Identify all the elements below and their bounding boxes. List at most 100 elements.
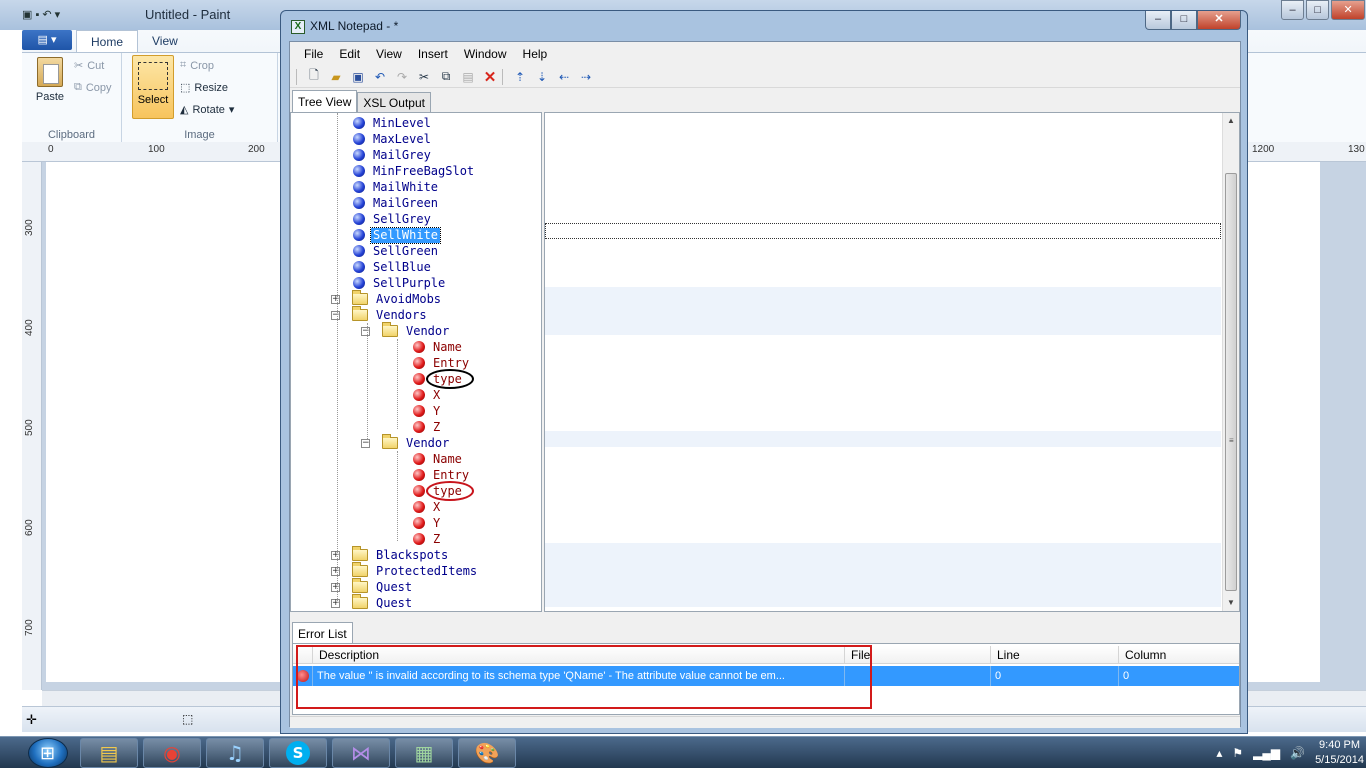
minimize-button[interactable]: – (1145, 11, 1171, 30)
show-hidden-icons-icon[interactable]: ▴ (1216, 746, 1222, 760)
scroll-up-icon[interactable]: ▲ (1223, 113, 1239, 129)
node-value-panel[interactable]: ▲ ≡ ▼ (544, 112, 1240, 612)
redo-icon[interactable]: ↷ (392, 68, 412, 86)
tree-node[interactable]: SellGreen (353, 243, 440, 259)
menu-edit[interactable]: Edit (331, 42, 368, 66)
tree-node[interactable]: Y (413, 403, 442, 419)
tree-node[interactable]: MinLevel (353, 115, 433, 131)
tree-node[interactable]: Name (413, 451, 464, 467)
tab-error-list[interactable]: Error List (292, 622, 353, 644)
tree-node[interactable]: SellBlue (353, 259, 433, 275)
tree-node[interactable]: − Vendors (331, 306, 429, 323)
scroll-down-icon[interactable]: ▼ (1223, 595, 1239, 611)
collapse-icon[interactable]: − (361, 438, 370, 448)
tree-node[interactable]: + Quest (331, 594, 414, 611)
chrome-icon[interactable]: ◉ (143, 738, 201, 768)
collapse-icon[interactable]: − (331, 310, 340, 320)
copy-icon[interactable]: ⧉ (436, 68, 456, 86)
paste-icon[interactable]: ▤ (458, 68, 478, 86)
tree-node[interactable]: + ProtectedItems (331, 562, 479, 579)
tree-node[interactable]: + Blackspots (331, 546, 450, 563)
scroll-thumb[interactable]: ≡ (1225, 173, 1237, 591)
save-icon[interactable]: ▣ (348, 68, 368, 86)
tree-node[interactable]: Y (413, 515, 442, 531)
tree-node[interactable]: X (413, 387, 442, 403)
system-tray: ▴ ⚑ ▂▄▆ 🔊 9:40 PM 5/15/2014 (1216, 737, 1366, 768)
undo-icon[interactable]: ↶ (370, 68, 390, 86)
tree-vertical-scrollbar[interactable]: ▲ ≡ ▼ (1222, 113, 1239, 611)
collapse-icon[interactable]: − (361, 326, 370, 336)
tree-node[interactable]: MailWhite (353, 179, 440, 195)
ribbon-tab-view[interactable]: View (138, 30, 192, 52)
tree-view-panel[interactable]: MinLevel MaxLevel MailGrey MinFreeBagSlot Ma… (290, 112, 542, 612)
start-button[interactable] (28, 738, 68, 768)
resize-button[interactable]: ⬚ Resize (180, 81, 228, 95)
network-icon[interactable]: ▂▄▆ (1253, 746, 1280, 760)
nudge-right-icon[interactable]: ⇢ (576, 68, 596, 86)
new-icon[interactable]: 🗋 (304, 68, 324, 86)
expand-icon[interactable]: + (331, 294, 340, 304)
tree-node[interactable]: X (413, 499, 442, 515)
paint-minimize-button[interactable]: – (1281, 0, 1305, 20)
paint-file-menu-button[interactable]: ▤ ▾ (22, 30, 72, 50)
nudge-up-icon[interactable]: ⇡ (510, 68, 530, 86)
nudge-down-icon[interactable]: ⇣ (532, 68, 552, 86)
close-button[interactable]: ✕ (1197, 11, 1241, 30)
explorer-icon[interactable]: ▤ (80, 738, 138, 768)
paint-maximize-button[interactable]: □ (1306, 0, 1330, 20)
tree-node[interactable]: + Quest (331, 578, 414, 595)
delete-icon[interactable]: ✕ (480, 68, 500, 86)
tree-node[interactable]: MailGreen (353, 195, 440, 211)
volume-icon[interactable]: 🔊 (1290, 746, 1305, 760)
tree-node[interactable]: SellWhite (353, 226, 442, 244)
open-icon[interactable]: ▰ (326, 68, 346, 86)
skype-icon[interactable]: S (269, 738, 327, 768)
copy-button[interactable]: ⧉ Copy (74, 81, 112, 94)
tree-node[interactable]: Z (413, 531, 442, 547)
ribbon-tab-home[interactable]: Home (76, 30, 139, 52)
tree-node[interactable]: MinFreeBagSlot (353, 163, 476, 179)
expand-icon[interactable]: + (331, 550, 340, 560)
expand-icon[interactable]: + (331, 598, 340, 608)
paint-icon[interactable]: 🎨 (458, 738, 516, 768)
rotate-button[interactable]: ◭ Rotate ▾ (180, 103, 234, 117)
select-button[interactable]: Select (132, 55, 174, 119)
cut-button[interactable]: ✂ Cut (74, 59, 104, 73)
paste-icon (37, 57, 63, 87)
tab-xsl-output[interactable]: XSL Output (357, 92, 431, 112)
tree-node[interactable]: − Vendor (361, 322, 451, 339)
paste-button[interactable]: Paste (30, 57, 70, 103)
tab-tree-view[interactable]: Tree View (292, 90, 358, 112)
itunes-icon[interactable]: ♫ (206, 738, 264, 768)
expand-icon[interactable]: + (331, 582, 340, 592)
tree-node[interactable]: MaxLevel (353, 131, 433, 147)
xml-notepad-icon[interactable]: ▦ (395, 738, 453, 768)
xml-title-bar[interactable]: X XML Notepad - * – □ ✕ (281, 11, 1247, 41)
tree-node[interactable]: SellGrey (353, 211, 433, 227)
menu-insert[interactable]: Insert (410, 42, 456, 66)
menu-help[interactable]: Help (515, 42, 556, 66)
paint-close-button[interactable]: ✕ (1331, 0, 1365, 20)
attribute-blue-icon (353, 117, 365, 129)
value-edit-row[interactable] (545, 223, 1221, 239)
clock[interactable]: 9:40 PM 5/15/2014 (1315, 738, 1364, 768)
expand-icon[interactable]: + (331, 566, 340, 576)
crop-button[interactable]: ⌗ Crop (180, 59, 214, 72)
menu-view[interactable]: View (368, 42, 410, 66)
cut-icon[interactable]: ✂ (414, 68, 434, 86)
tree-node[interactable]: MailGrey (353, 147, 433, 163)
tree-node[interactable]: Name (413, 339, 464, 355)
visual-studio-icon[interactable]: ⋈ (332, 738, 390, 768)
tree-node[interactable]: + AvoidMobs (331, 290, 443, 307)
tree-node[interactable]: SellPurple (353, 275, 447, 291)
menu-window[interactable]: Window (456, 42, 515, 66)
quick-access-toolbar[interactable]: ▣ ▪ ↶ ▾ (22, 8, 60, 21)
action-center-icon[interactable]: ⚑ (1232, 746, 1243, 760)
maximize-button[interactable]: □ (1171, 11, 1197, 30)
column-header-line[interactable]: Line (991, 646, 1119, 663)
tree-node[interactable]: Z (413, 419, 442, 435)
tree-node[interactable]: − Vendor (361, 434, 451, 451)
menu-file[interactable]: File (296, 42, 331, 66)
column-header-column[interactable]: Column (1119, 646, 1239, 663)
nudge-left-icon[interactable]: ⇠ (554, 68, 574, 86)
